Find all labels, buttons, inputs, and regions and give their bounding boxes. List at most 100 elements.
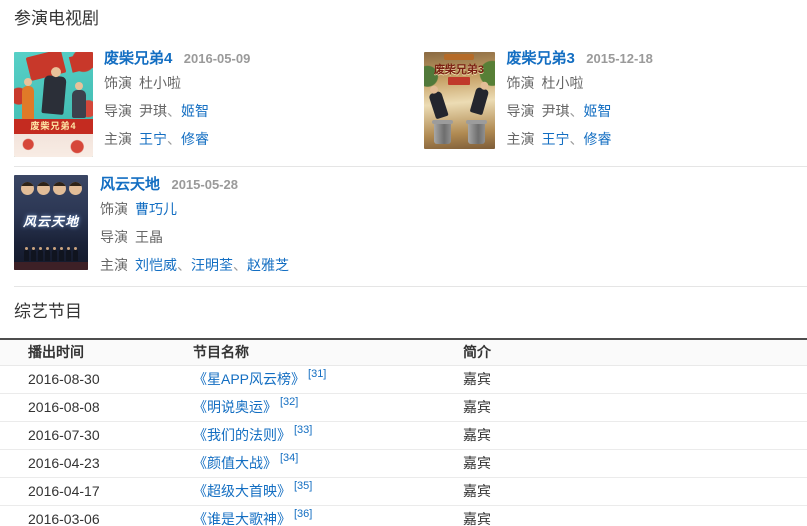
cell-program-name: 《谁是大歌神》[36]: [193, 505, 463, 526]
credit-line-starring: 主演王宁、修睿: [507, 125, 653, 153]
table-row: 2016-04-17 《超级大首映》[35] 嘉宾: [0, 477, 807, 505]
credit-line-director: 导演尹琪、姬智: [104, 97, 250, 125]
program-link[interactable]: 《颜值大战》: [193, 455, 277, 471]
citation-ref-link[interactable]: [33]: [294, 424, 312, 436]
person-text: 、: [167, 131, 181, 147]
cell-role: 嘉宾: [463, 477, 807, 505]
person-link[interactable]: 姬智: [584, 103, 612, 119]
program-link[interactable]: 《谁是大歌神》: [193, 511, 291, 526]
person-text: 杜小啦: [139, 75, 181, 91]
poster-art: [444, 54, 474, 60]
cell-role: 嘉宾: [463, 365, 807, 393]
citation-ref-link[interactable]: [32]: [280, 396, 298, 408]
cell-air-date: 2016-04-23: [0, 449, 193, 477]
poster-art: [22, 86, 34, 120]
cell-program-name: 《星APP风云榜》[31]: [193, 365, 463, 393]
person-link[interactable]: 王宁: [139, 131, 167, 147]
citation-ref-link[interactable]: [35]: [294, 480, 312, 492]
credit-line-director: 导演尹琪、姬智: [507, 97, 653, 125]
credit-names: 尹琪、姬智: [139, 103, 209, 119]
drama-info: 废柴兄弟3 2015-12-18 饰演杜小啦 导演尹琪、姬智 主演王宁、修睿: [507, 47, 653, 157]
cell-air-date: 2016-07-30: [0, 421, 193, 449]
cell-role: 嘉宾: [463, 393, 807, 421]
credit-line-role: 饰演杜小啦: [507, 69, 653, 97]
credit-names: 王宁、修睿: [139, 131, 209, 147]
credit-names: 刘恺威、汪明荃、赵雅芝: [135, 257, 289, 273]
variety-show-table: 播出时间 节目名称 简介 2016-08-30 《星APP风云榜》[31] 嘉宾…: [0, 338, 807, 526]
credit-line-starring: 主演王宁、修睿: [104, 125, 250, 153]
credit-names: 曹巧儿: [135, 201, 177, 217]
poster-art: [41, 75, 66, 115]
person-text: 尹琪: [542, 103, 570, 119]
table-row: 2016-08-30 《星APP风云榜》[31] 嘉宾: [0, 365, 807, 393]
drama-entry-feichai4: 废柴兄弟4 废柴兄弟4 2016-05-09 饰演杜小啦 导演尹琪、姬智: [0, 47, 404, 157]
person-text: 王晶: [135, 229, 163, 245]
poster-caption: 废柴兄弟3: [424, 61, 495, 77]
poster-art: [469, 87, 489, 116]
person-link[interactable]: 刘恺威: [135, 257, 177, 273]
credit-label: 饰演: [100, 201, 128, 217]
drama-air-date: 2015-12-18: [586, 51, 653, 66]
credit-label: 主演: [100, 257, 128, 273]
poster-art: [72, 90, 86, 118]
credit-label: 导演: [100, 229, 128, 245]
cell-program-name: 《超级大首映》[35]: [193, 477, 463, 505]
person-link[interactable]: 修睿: [584, 131, 612, 147]
credit-line-role: 饰演杜小啦: [104, 69, 250, 97]
drama-poster-feichai4[interactable]: 废柴兄弟4: [14, 52, 93, 157]
cell-role: 嘉宾: [463, 449, 807, 477]
drama-title-link[interactable]: 废柴兄弟3: [507, 50, 575, 67]
person-text: 杜小啦: [542, 75, 584, 91]
credit-label: 导演: [507, 103, 535, 119]
drama-title-link[interactable]: 废柴兄弟4: [104, 50, 172, 67]
tv-drama-list: 废柴兄弟4 废柴兄弟4 2016-05-09 饰演杜小啦 导演尹琪、姬智: [0, 47, 807, 287]
drama-title-line: 废柴兄弟4 2016-05-09: [104, 49, 250, 69]
poster-art: [468, 123, 485, 144]
table-header-row: 播出时间 节目名称 简介: [0, 339, 807, 365]
program-link[interactable]: 《超级大首映》: [193, 483, 291, 499]
table-row: 2016-08-08 《明说奥运》[32] 嘉宾: [0, 393, 807, 421]
credit-names: 王宁、修睿: [542, 131, 612, 147]
cell-program-name: 《我们的法则》[33]: [193, 421, 463, 449]
person-text: 、: [167, 103, 181, 119]
drama-row: 废柴兄弟4 废柴兄弟4 2016-05-09 饰演杜小啦 导演尹琪、姬智: [0, 47, 807, 157]
person-link[interactable]: 曹巧儿: [135, 201, 177, 217]
poster-caption: 废柴兄弟4: [14, 119, 93, 134]
divider: [14, 286, 807, 287]
citation-ref-link[interactable]: [36]: [294, 508, 312, 520]
drama-poster-feichai3[interactable]: 废柴兄弟3: [424, 52, 495, 149]
drama-row: 风云天地 风云天地 2015-05-28 饰演曹巧儿 导演王晶: [0, 173, 807, 279]
drama-title-link[interactable]: 风云天地: [100, 176, 160, 193]
credit-line-starring: 主演刘恺威、汪明荃、赵雅芝: [100, 251, 289, 279]
credit-label: 主演: [104, 131, 132, 147]
drama-title-line: 废柴兄弟3 2015-12-18: [507, 49, 653, 69]
program-link[interactable]: 《明说奥运》: [193, 399, 277, 415]
program-link[interactable]: 《我们的法则》: [193, 427, 291, 443]
cell-role: 嘉宾: [463, 505, 807, 526]
drama-title-line: 风云天地 2015-05-28: [100, 175, 289, 195]
program-link[interactable]: 《星APP风云榜》: [193, 371, 305, 387]
citation-ref-link[interactable]: [31]: [308, 368, 326, 380]
person-link[interactable]: 汪明荃: [191, 257, 233, 273]
person-text: 、: [570, 103, 584, 119]
divider: [14, 166, 807, 167]
person-link[interactable]: 赵雅芝: [247, 257, 289, 273]
credit-line-director: 导演王晶: [100, 223, 289, 251]
credit-names: 杜小啦: [139, 75, 181, 91]
credit-label: 饰演: [507, 75, 535, 91]
citation-ref-link[interactable]: [34]: [280, 452, 298, 464]
cell-program-name: 《颜值大战》[34]: [193, 449, 463, 477]
col-header-air-date: 播出时间: [0, 339, 193, 365]
drama-poster-fengyuntiandi[interactable]: 风云天地: [14, 175, 88, 270]
person-link[interactable]: 修睿: [181, 131, 209, 147]
credit-names: 杜小啦: [542, 75, 584, 91]
person-link[interactable]: 王宁: [542, 131, 570, 147]
cell-air-date: 2016-03-06: [0, 505, 193, 526]
drama-air-date: 2015-05-28: [171, 177, 238, 192]
cell-program-name: 《明说奥运》[32]: [193, 393, 463, 421]
person-link[interactable]: 姬智: [181, 103, 209, 119]
col-header-intro: 简介: [463, 339, 807, 365]
drama-entry-feichai3: 废柴兄弟3 废柴兄弟3 2015-12-18 饰演杜小啦: [404, 47, 807, 157]
cell-air-date: 2016-08-08: [0, 393, 193, 421]
credit-line-role: 饰演曹巧儿: [100, 195, 289, 223]
